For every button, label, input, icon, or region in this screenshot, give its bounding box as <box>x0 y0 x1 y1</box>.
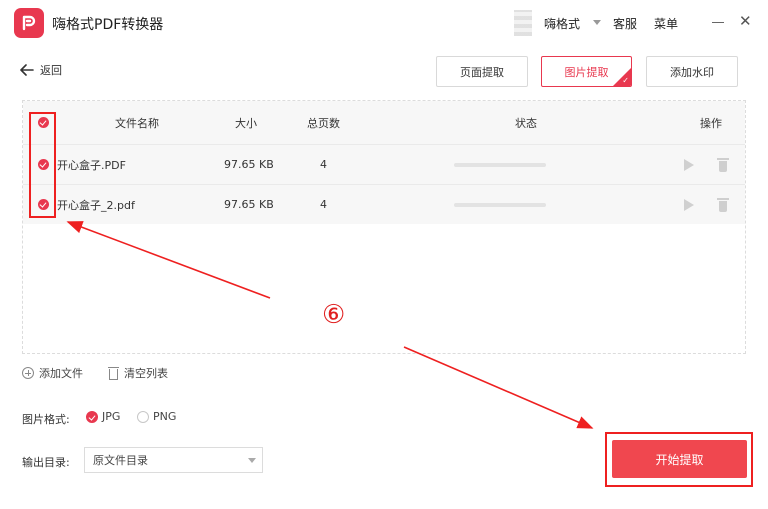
progress-bar <box>454 145 546 184</box>
radio-label: PNG <box>153 410 177 423</box>
annotation-box-start <box>605 432 753 487</box>
radio-checked-icon <box>86 410 98 423</box>
file-name: 开心盒子_2.pdf <box>57 198 135 212</box>
header-pages: 总页数 <box>307 116 340 130</box>
minimize-icon[interactable] <box>712 22 724 23</box>
tab-add-watermark[interactable]: 添加水印 <box>646 56 738 87</box>
tab-label: 图片提取 <box>564 65 609 79</box>
play-button[interactable] <box>684 145 694 184</box>
radio-png[interactable]: PNG <box>137 410 176 423</box>
arrow-to-start <box>403 346 594 429</box>
service-link[interactable]: 客服 <box>613 15 637 32</box>
arrow-left-icon <box>20 64 34 76</box>
file-size: 97.65 KB <box>224 158 274 171</box>
menu-link[interactable]: 菜单 <box>654 15 678 32</box>
tab-label: 页面提取 <box>460 65 504 79</box>
plus-circle-icon <box>22 367 34 379</box>
output-dir-value: 原文件目录 <box>93 454 148 467</box>
header-status: 状态 <box>515 116 537 130</box>
file-size: 97.65 KB <box>224 198 274 211</box>
table-row[interactable]: 开心盒子_2.pdf 97.65 KB 4 <box>23 184 745 224</box>
trash-icon <box>717 157 729 172</box>
table-header: 文件名称 大小 总页数 状态 操作 <box>23 101 745 144</box>
output-label: 输出目录: <box>22 456 70 469</box>
chevron-down-icon <box>248 458 256 463</box>
close-icon[interactable]: ✕ <box>739 14 752 29</box>
app-logo-icon <box>14 8 44 38</box>
output-dir-select[interactable]: 原文件目录 <box>84 447 263 473</box>
step-marker: ⑥ <box>322 300 346 330</box>
add-file-button[interactable]: 添加文件 <box>22 365 83 381</box>
file-table: 文件名称 大小 总页数 状态 操作 开心盒子.PDF 97.65 KB 4 开心… <box>22 100 746 354</box>
play-icon <box>684 198 694 211</box>
clear-list-button[interactable]: 清空列表 <box>108 365 168 381</box>
clear-list-label: 清空列表 <box>124 367 168 380</box>
add-file-label: 添加文件 <box>39 367 83 380</box>
tab-image-extract[interactable]: 图片提取 ✓ <box>541 56 632 87</box>
file-pages: 4 <box>320 158 327 171</box>
tab-label: 添加水印 <box>670 65 714 79</box>
table-row[interactable]: 开心盒子.PDF 97.65 KB 4 <box>23 144 745 184</box>
header-actions: 操作 <box>700 116 722 130</box>
avatar[interactable] <box>514 10 532 36</box>
trash-icon <box>108 366 119 380</box>
tab-page-extract[interactable]: 页面提取 <box>436 56 528 87</box>
radio-jpg[interactable]: JPG <box>86 410 120 423</box>
trash-icon <box>717 197 729 212</box>
header-size: 大小 <box>235 116 257 130</box>
file-name: 开心盒子.PDF <box>57 158 126 172</box>
user-name[interactable]: 嗨格式 <box>544 15 580 32</box>
radio-label: JPG <box>102 410 121 423</box>
play-icon <box>684 158 694 171</box>
back-label: 返回 <box>40 64 62 77</box>
check-icon: ✓ <box>622 76 629 85</box>
play-button[interactable] <box>684 185 694 224</box>
annotation-box-checkboxes <box>29 112 56 218</box>
delete-button[interactable] <box>717 145 729 184</box>
back-button[interactable]: 返回 <box>20 62 62 78</box>
radio-unchecked-icon <box>137 410 149 423</box>
app-title: 嗨格式PDF转换器 <box>52 17 164 33</box>
header-name: 文件名称 <box>115 116 159 130</box>
chevron-down-icon[interactable] <box>593 20 601 25</box>
file-pages: 4 <box>320 198 327 211</box>
title-bar: 嗨格式PDF转换器 嗨格式 客服 菜单 ✕ <box>0 0 768 46</box>
format-label: 图片格式: <box>22 413 70 426</box>
progress-bar <box>454 185 546 224</box>
delete-button[interactable] <box>717 185 729 224</box>
